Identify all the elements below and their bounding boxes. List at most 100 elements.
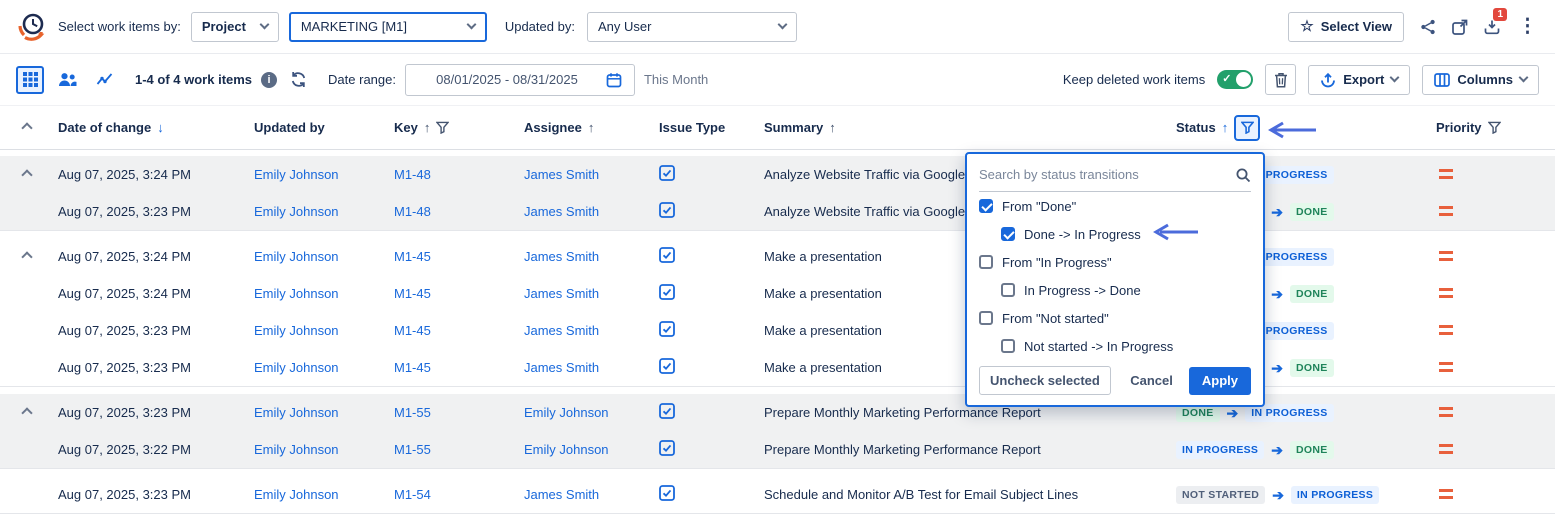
filter-option-label: From "Not started"	[1002, 311, 1109, 326]
status-filter-search[interactable]	[979, 162, 1251, 192]
whats-new-icon[interactable]: 1	[1484, 19, 1500, 35]
kebab-menu-icon[interactable]: ⋮	[1516, 17, 1539, 36]
updated-by-link[interactable]: Emily Johnson	[254, 249, 394, 264]
status-from-badge: NOT STARTED	[1176, 486, 1265, 504]
apply-button[interactable]: Apply	[1189, 367, 1251, 395]
filter-option-from-notstarted[interactable]: From "Not started"	[979, 304, 1251, 332]
search-input[interactable]	[979, 167, 1229, 182]
assignee-link[interactable]: James Smith	[524, 167, 659, 182]
filter-option-notstarted-to-inprogress[interactable]: Not started -> In Progress	[979, 332, 1251, 360]
date-range-input[interactable]	[418, 72, 596, 87]
sort-desc-icon[interactable]: ↓	[157, 120, 164, 135]
updated-by-link[interactable]: Emily Johnson	[254, 405, 394, 420]
sort-asc-icon[interactable]: ↑	[1222, 120, 1229, 135]
checkbox[interactable]	[979, 311, 993, 325]
collapse-group-icon[interactable]	[21, 169, 32, 180]
checkbox[interactable]	[1001, 339, 1015, 353]
checkbox[interactable]	[1001, 283, 1015, 297]
chevron-down-icon	[466, 20, 476, 30]
updated-by-link[interactable]: Emily Johnson	[254, 323, 394, 338]
column-header-status[interactable]: Status ↑	[1176, 115, 1436, 141]
filter-option-inprogress-to-done[interactable]: In Progress -> Done	[979, 276, 1251, 304]
filter-option-from-inprogress[interactable]: From "In Progress"	[979, 248, 1251, 276]
assignee-link[interactable]: James Smith	[524, 323, 659, 338]
assignee-link[interactable]: Emily Johnson	[524, 442, 659, 457]
key-link[interactable]: M1-55	[394, 405, 524, 420]
assignee-link[interactable]: James Smith	[524, 487, 659, 502]
filter-option-from-done[interactable]: From "Done"	[979, 192, 1251, 220]
column-header-issue-type[interactable]: Issue Type	[659, 120, 764, 135]
calendar-icon[interactable]	[606, 72, 622, 88]
table-row[interactable]: Aug 07, 2025, 3:24 PM Emily Johnson M1-4…	[0, 238, 1555, 275]
project-select[interactable]: MARKETING [M1]	[289, 12, 487, 42]
table-row[interactable]: Aug 07, 2025, 3:22 PM Emily Johnson M1-5…	[0, 431, 1555, 468]
updated-by-link[interactable]: Emily Johnson	[254, 487, 394, 502]
sort-asc-icon[interactable]: ↑	[829, 120, 836, 135]
table-row[interactable]: Aug 07, 2025, 3:23 PM Emily Johnson M1-4…	[0, 312, 1555, 349]
assignee-link[interactable]: James Smith	[524, 360, 659, 375]
checkbox[interactable]	[1001, 227, 1015, 241]
checkbox[interactable]	[979, 255, 993, 269]
column-header-priority[interactable]: Priority	[1436, 120, 1555, 135]
key-link[interactable]: M1-48	[394, 204, 524, 219]
refresh-icon[interactable]	[290, 71, 307, 88]
keep-deleted-toggle[interactable]	[1217, 70, 1253, 89]
status-filter-icon[interactable]	[1234, 115, 1260, 141]
updated-by-link[interactable]: Emily Johnson	[254, 442, 394, 457]
assignee-link[interactable]: James Smith	[524, 204, 659, 219]
key-link[interactable]: M1-54	[394, 487, 524, 502]
table-row[interactable]: Aug 07, 2025, 3:23 PM Emily Johnson M1-4…	[0, 193, 1555, 230]
key-link[interactable]: M1-45	[394, 249, 524, 264]
assignee-link[interactable]: Emily Johnson	[524, 405, 659, 420]
updated-by-link[interactable]: Emily Johnson	[254, 167, 394, 182]
select-view-label: Select View	[1321, 19, 1392, 34]
columns-button[interactable]: Columns	[1422, 65, 1539, 95]
column-header-date[interactable]: Date of change ↓	[58, 120, 254, 135]
collapse-group-icon[interactable]	[21, 251, 32, 262]
filter-option-done-to-inprogress[interactable]: Done -> In Progress	[979, 220, 1251, 248]
collapse-group-icon[interactable]	[21, 407, 32, 418]
filter-icon[interactable]	[1488, 121, 1501, 134]
open-in-new-icon[interactable]	[1452, 19, 1468, 35]
cancel-button[interactable]: Cancel	[1130, 373, 1173, 388]
key-link[interactable]: M1-45	[394, 323, 524, 338]
key-link[interactable]: M1-45	[394, 286, 524, 301]
table-row[interactable]: Aug 07, 2025, 3:23 PM Emily Johnson M1-5…	[0, 476, 1555, 513]
export-button[interactable]: Export	[1308, 65, 1410, 95]
date-range-field[interactable]	[405, 64, 635, 96]
columns-label: Columns	[1457, 72, 1513, 87]
table-row[interactable]: Aug 07, 2025, 3:24 PM Emily Johnson M1-4…	[0, 156, 1555, 193]
checkbox[interactable]	[979, 199, 993, 213]
updated-by-link[interactable]: Emily Johnson	[254, 286, 394, 301]
uncheck-selected-button[interactable]: Uncheck selected	[979, 366, 1111, 395]
select-by-dropdown[interactable]: Project	[191, 12, 279, 42]
column-header-updated-by[interactable]: Updated by	[254, 120, 394, 135]
updated-by-link[interactable]: Emily Johnson	[254, 360, 394, 375]
people-view-button[interactable]	[53, 66, 81, 94]
key-link[interactable]: M1-55	[394, 442, 524, 457]
trash-button[interactable]	[1265, 64, 1296, 95]
sort-asc-icon[interactable]: ↑	[588, 120, 595, 135]
grid-view-button[interactable]	[16, 66, 44, 94]
table-row[interactable]: Aug 07, 2025, 3:23 PM Emily Johnson M1-5…	[0, 394, 1555, 431]
key-link[interactable]: M1-48	[394, 167, 524, 182]
table-row[interactable]: Aug 07, 2025, 3:23 PM Emily Johnson M1-4…	[0, 349, 1555, 386]
info-icon[interactable]: i	[261, 72, 277, 88]
chart-view-button[interactable]	[90, 66, 118, 94]
assignee-link[interactable]: James Smith	[524, 286, 659, 301]
column-header-assignee[interactable]: Assignee ↑	[524, 120, 659, 135]
status-filter-popup: From "Done" Done -> In Progress From "In…	[965, 152, 1265, 407]
column-header-key[interactable]: Key ↑	[394, 120, 524, 135]
select-view-button[interactable]: ☆ Select View	[1288, 12, 1404, 42]
share-icon[interactable]	[1420, 19, 1436, 35]
assignee-link[interactable]: James Smith	[524, 249, 659, 264]
updated-by-select[interactable]: Any User	[587, 12, 797, 42]
key-link[interactable]: M1-45	[394, 360, 524, 375]
table-row[interactable]: Aug 07, 2025, 3:24 PM Emily Johnson M1-4…	[0, 275, 1555, 312]
updated-by-link[interactable]: Emily Johnson	[254, 204, 394, 219]
sort-asc-icon[interactable]: ↑	[424, 120, 431, 135]
collapse-all-icon[interactable]	[21, 122, 32, 133]
filter-icon[interactable]	[436, 121, 449, 134]
task-type-icon	[659, 358, 675, 374]
column-header-summary[interactable]: Summary ↑	[764, 120, 1176, 135]
